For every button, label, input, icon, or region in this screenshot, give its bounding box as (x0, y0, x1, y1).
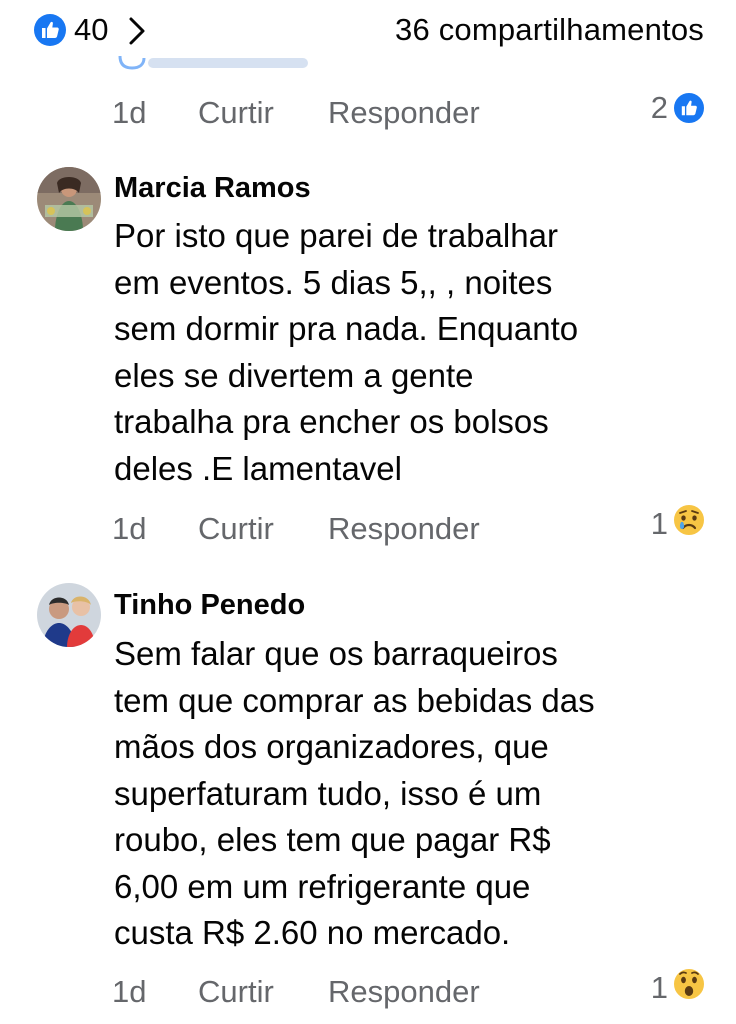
avatar[interactable] (37, 583, 101, 647)
previous-comment-cutoff (114, 56, 314, 72)
like-icon[interactable] (34, 14, 66, 46)
chevron-right-icon[interactable] (128, 16, 146, 51)
reply-button[interactable]: Responder (328, 970, 480, 1014)
comment-text: Por isto que parei de trabalhar em event… (114, 217, 579, 487)
comment-actions: 1d Curtir Responder (112, 970, 480, 1014)
comment-author[interactable]: Tinho Penedo (114, 585, 305, 625)
avatar[interactable] (37, 167, 101, 231)
comment-author[interactable]: Marcia Ramos (114, 168, 311, 208)
like-icon (672, 91, 706, 125)
sad-icon (672, 503, 706, 545)
reactions-summary-bar: 40 36 compartilhamentos (0, 0, 736, 62)
comment-text: Sem falar que os barraqueiros tem que co… (114, 635, 595, 951)
comment-timestamp: 1d (112, 511, 147, 546)
comment-actions: 1d Curtir Responder (112, 507, 480, 551)
like-button[interactable]: Curtir (198, 507, 328, 551)
reply-button[interactable]: Responder (328, 91, 480, 135)
comment-timestamp: 1d (112, 95, 147, 130)
reaction-count: 1 (650, 970, 668, 1005)
reaction-count: 1 (650, 506, 668, 541)
like-button[interactable]: Curtir (198, 970, 328, 1014)
comment-reactions[interactable]: 1 (651, 966, 706, 1010)
previous-comment-actions: 1d Curtir Responder (112, 91, 480, 135)
wow-icon (672, 967, 706, 1009)
likes-count[interactable]: 40 (74, 8, 108, 52)
like-button[interactable]: Curtir (198, 91, 328, 135)
previous-comment-reactions[interactable]: 2 (651, 86, 706, 130)
comment-reactions[interactable]: 1 (651, 502, 706, 546)
comment-timestamp: 1d (112, 974, 147, 1009)
reply-button[interactable]: Responder (328, 507, 480, 551)
reaction-count: 2 (650, 90, 668, 125)
shares-count-link[interactable]: 36 compartilhamentos (395, 8, 704, 52)
